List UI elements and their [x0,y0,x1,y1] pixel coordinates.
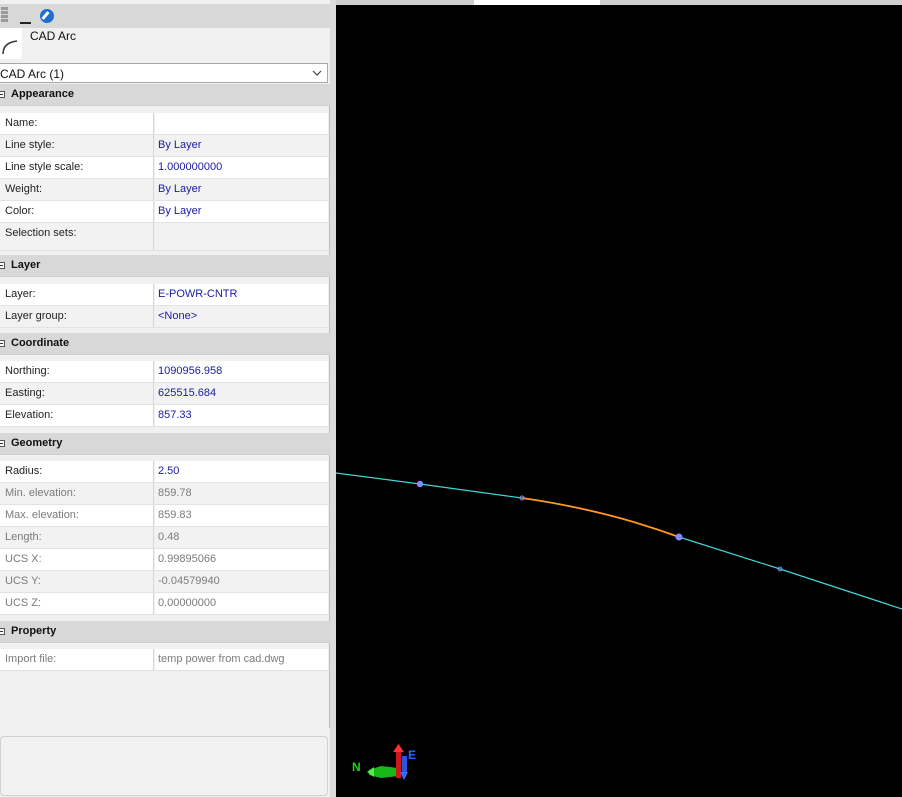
cad-line-right[interactable] [678,536,902,610]
property-row-import-file: Import file: temp power from cad.dwg [0,649,330,671]
property-row-weight[interactable]: Weight: By Layer [0,179,330,201]
property-label: Northing: [5,365,50,377]
section-title: Appearance [11,88,74,100]
property-row-name[interactable]: Name: [0,113,330,135]
property-row-elevation[interactable]: Elevation: 857.33 [0,405,330,427]
property-label: Import file: [5,653,57,665]
properties-toolbar [0,4,330,28]
property-label: Radius: [5,465,43,477]
property-label: UCS X: [5,553,42,565]
property-value: temp power from cad.dwg [158,653,285,665]
chevron-down-icon [312,70,322,76]
property-label: Layer: [5,288,36,300]
section-coordinate[interactable]: Coordinate [0,333,330,355]
property-label: Max. elevation: [5,509,79,521]
property-value[interactable]: 625515.684 [158,387,216,399]
property-label: Easting: [5,387,45,399]
property-value[interactable]: 1.000000000 [158,161,222,173]
property-row-radius[interactable]: Radius: 2.50 [0,461,330,483]
property-row-max-elevation: Max. elevation: 859.83 [0,505,330,527]
object-header: CAD Arc [0,28,330,62]
orientation-triad-icon [367,744,408,780]
cad-viewport[interactable]: N E [336,0,902,797]
property-row-length: Length: 0.48 [0,527,330,549]
property-label: Min. elevation: [5,487,76,499]
property-row-northing[interactable]: Northing: 1090956.958 [0,361,330,383]
cad-arc-icon [0,28,22,59]
property-value[interactable]: <None> [158,310,197,322]
property-value: 0.00000000 [158,597,217,609]
property-label: UCS Y: [5,575,41,587]
selected-cad-arc[interactable] [521,497,680,538]
collapse-icon[interactable] [0,91,5,98]
property-description-panel [0,736,328,796]
collapse-icon[interactable] [0,262,5,269]
section-title: Property [11,625,57,637]
property-value[interactable]: E-POWR-CNTR [158,288,237,300]
section-title: Geometry [11,437,63,449]
grip-point[interactable] [416,480,424,488]
property-row-selection-sets[interactable]: Selection sets: [0,223,330,251]
property-row-line-style-scale[interactable]: Line style scale: 1.000000000 [0,157,330,179]
collapse-icon[interactable] [0,628,5,635]
property-label: Selection sets: [5,227,77,239]
property-label: Layer group: [5,310,67,322]
triad-north-label: N [352,760,361,774]
property-row-color[interactable]: Color: By Layer [0,201,330,223]
section-layer[interactable]: Layer [0,255,330,277]
pin-icon[interactable] [40,9,54,23]
object-selector-dropdown[interactable]: CAD Arc (1) [0,63,328,83]
properties-pane: CAD Arc CAD Arc (1) Appearance Name: Lin… [0,0,330,797]
property-row-ucs-z: UCS Z: 0.00000000 [0,593,330,615]
property-value: -0.04579940 [158,575,220,587]
object-selector-value: CAD Arc (1) [0,67,65,81]
property-row-easting[interactable]: Easting: 625515.684 [0,383,330,405]
property-label: Elevation: [5,409,54,421]
minimize-icon[interactable] [20,22,31,24]
property-value[interactable]: 2.50 [158,465,179,477]
property-row-ucs-x: UCS X: 0.99895066 [0,549,330,571]
toolbar-grip-icon[interactable] [0,6,9,26]
triad-east-label: E [408,748,417,762]
property-value: 0.99895066 [158,553,217,565]
cad-drawing[interactable] [336,0,902,797]
property-value: 859.78 [158,487,192,499]
property-label: UCS Z: [5,597,42,609]
property-value[interactable]: 1090956.958 [158,365,222,377]
property-value: 859.83 [158,509,192,521]
property-value[interactable]: By Layer [158,139,201,151]
cad-line-left[interactable] [336,472,523,499]
grip-point[interactable] [675,533,683,541]
property-label: Name: [5,117,38,129]
section-title: Coordinate [11,337,70,349]
property-row-layer-group[interactable]: Layer group: <None> [0,306,330,328]
property-row-ucs-y: UCS Y: -0.04579940 [0,571,330,593]
section-appearance[interactable]: Appearance [0,84,330,106]
property-value[interactable]: By Layer [158,205,201,217]
property-value[interactable]: By Layer [158,183,201,195]
property-row-min-elevation: Min. elevation: 859.78 [0,483,330,505]
property-grid: Appearance Name: Line style: By Layer Li… [0,84,330,728]
property-row-layer[interactable]: Layer: E-POWR-CNTR [0,284,330,306]
collapse-icon[interactable] [0,340,5,347]
collapse-icon[interactable] [0,440,5,447]
property-value[interactable]: 857.33 [158,409,192,421]
section-geometry[interactable]: Geometry [0,433,330,455]
property-label: Line style: [5,139,55,151]
property-label: Line style scale: [5,161,84,173]
property-label: Weight: [5,183,43,195]
property-label: Color: [5,205,35,217]
section-title: Layer [11,259,41,271]
object-type-title: CAD Arc [30,29,77,43]
property-row-line-style[interactable]: Line style: By Layer [0,135,330,157]
property-label: Length: [5,531,42,543]
section-property[interactable]: Property [0,621,330,643]
property-value: 0.48 [158,531,180,543]
